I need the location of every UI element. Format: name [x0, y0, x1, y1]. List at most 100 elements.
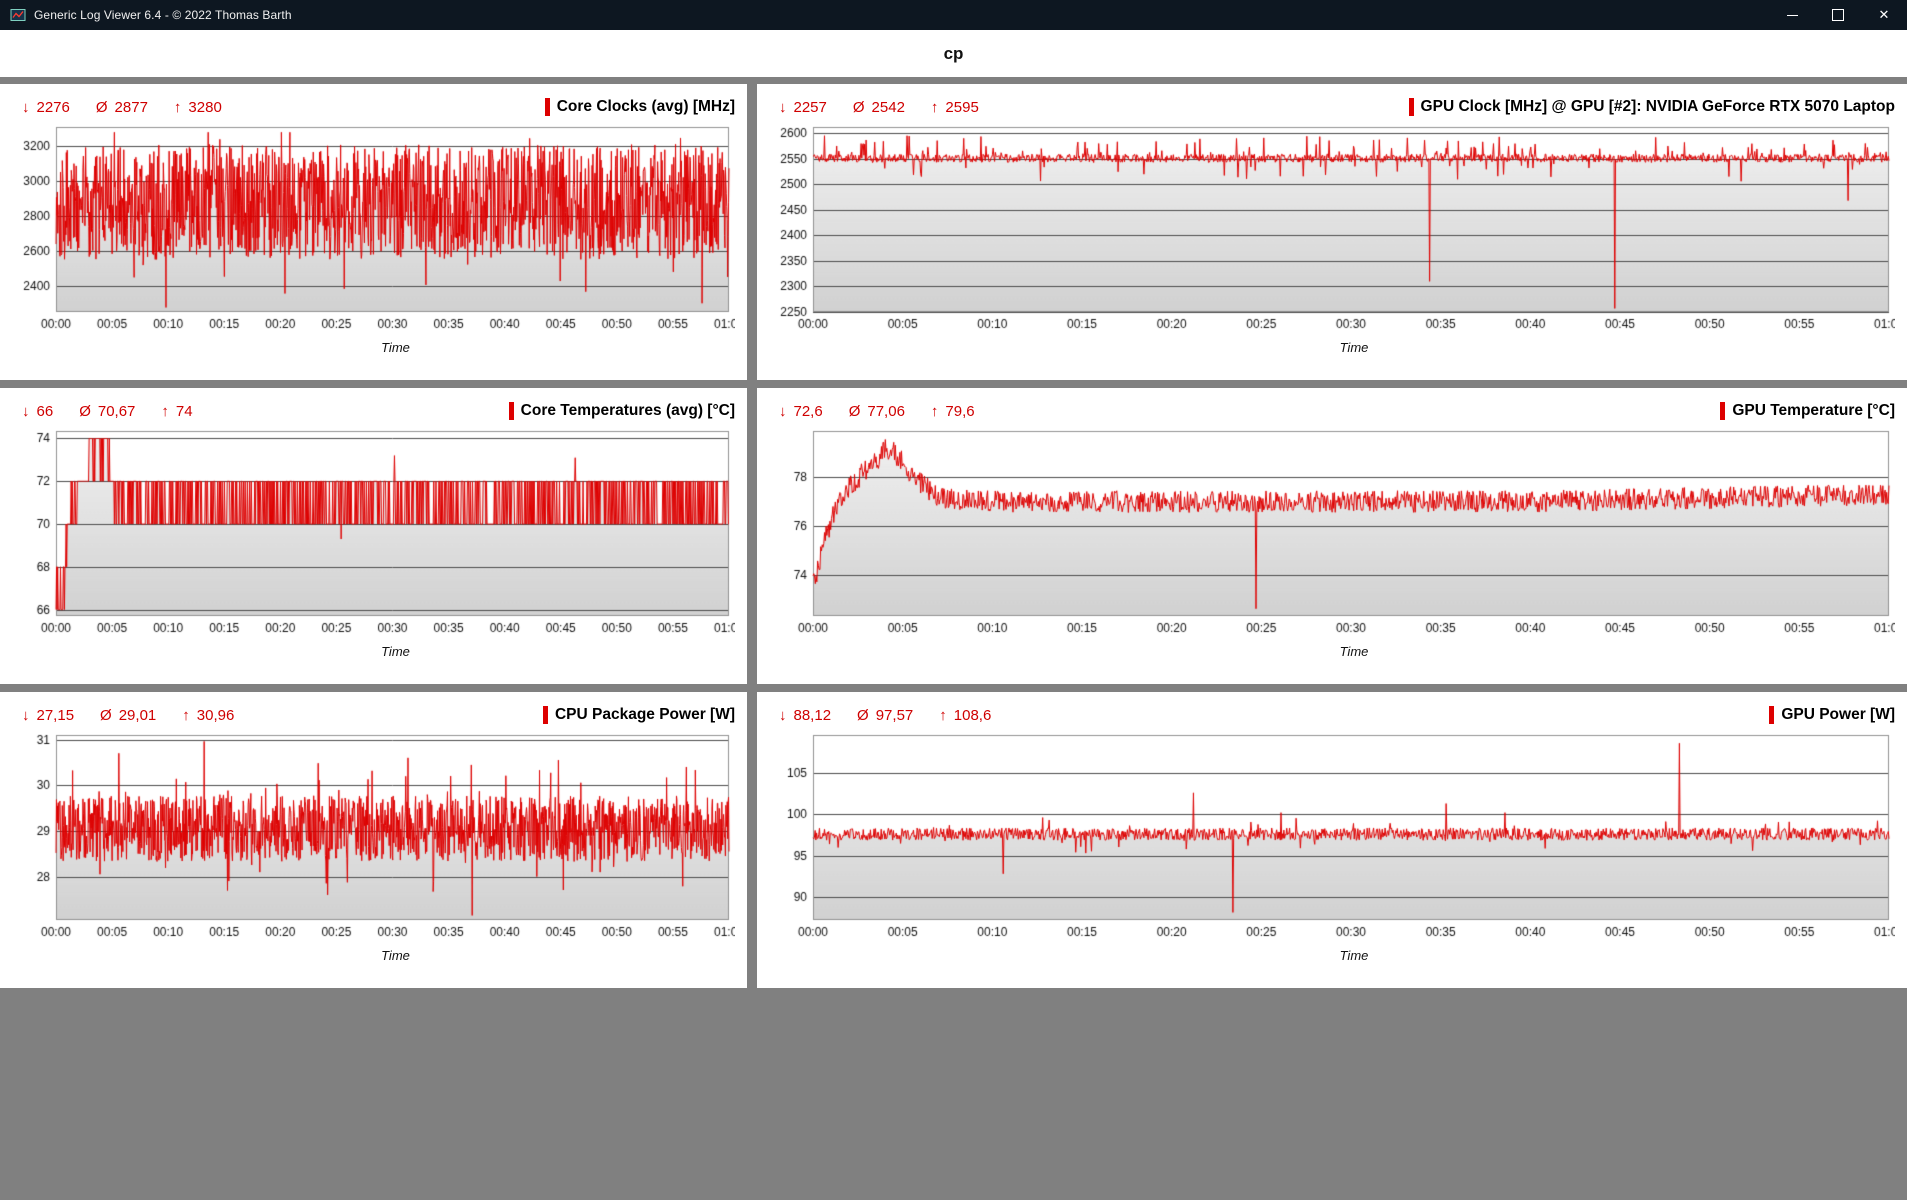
- min-arrow-icon: ↓: [779, 98, 787, 116]
- stat-avg: Ø 29,01: [100, 707, 156, 724]
- stat-avg-value: 2542: [871, 98, 905, 116]
- chart-header: ↓ 27,15 Ø 29,01 ↑ 30,96 CPU Package Power […: [12, 700, 735, 730]
- stat-avg: Ø 2877: [96, 99, 148, 116]
- page-title: cp: [943, 43, 964, 63]
- app-window: Generic Log Viewer 6.4 - © 2022 Thomas B…: [0, 0, 1907, 1200]
- time-axis-label: Time: [1339, 340, 1369, 355]
- max-arrow-icon: ↑: [161, 402, 169, 420]
- chart-title: GPU Power [W]: [1769, 706, 1895, 724]
- chart-title: Core Clocks (avg) [MHz]: [544, 98, 735, 116]
- stat-avg-value: 2877: [114, 98, 148, 116]
- avg-symbol-icon: Ø: [857, 706, 869, 724]
- stat-min-value: 88,12: [793, 706, 832, 724]
- stat-min-value: 2276: [36, 98, 70, 116]
- chart-stats: ↓ 72,6 Ø 77,06 ↑ 79,6: [769, 403, 975, 420]
- chart-title-text: Core Clocks (avg) [MHz]: [556, 98, 735, 115]
- line-chart-canvas[interactable]: [769, 122, 1895, 338]
- line-chart-canvas[interactable]: [769, 426, 1895, 642]
- stat-avg-value: 77,06: [867, 402, 905, 420]
- chart-title: GPU Clock [MHz] @ GPU [#2]: NVIDIA GeFor…: [1408, 98, 1895, 116]
- maximize-button[interactable]: [1815, 0, 1861, 30]
- stat-max: ↑ 30,96: [182, 707, 234, 724]
- avg-symbol-icon: Ø: [79, 402, 91, 420]
- max-arrow-icon: ↑: [930, 98, 939, 116]
- chart-panel-core-clocks: ↓ 2276 Ø 2877 ↑ 3280 Core Clocks (avg) [MHz…: [0, 84, 747, 380]
- avg-symbol-icon: Ø: [95, 98, 108, 116]
- stat-avg: Ø 70,67: [79, 403, 135, 420]
- stat-max-value: 108,6: [953, 706, 992, 724]
- line-chart-canvas[interactable]: [769, 730, 1895, 946]
- minimize-button[interactable]: [1769, 0, 1815, 30]
- chart-panel-gpu-clock: ↓ 2257 Ø 2542 ↑ 2595 GPU Clock [MHz] @ GPU …: [757, 84, 1907, 380]
- avg-symbol-icon: Ø: [848, 402, 861, 420]
- stat-min: ↓ 2276: [22, 99, 70, 116]
- minimize-icon: [1786, 14, 1798, 16]
- stat-min-value: 66: [36, 402, 54, 420]
- chart-stats: ↓ 27,15 Ø 29,01 ↑ 30,96: [12, 707, 234, 724]
- chart-stats: ↓ 2257 Ø 2542 ↑ 2595: [769, 99, 979, 116]
- chart-header: ↓ 88,12 Ø 97,57 ↑ 108,6 GPU Power [W]: [769, 700, 1895, 730]
- series-legend-marker: [1769, 706, 1775, 724]
- chart-title-text: CPU Package Power [W]: [554, 706, 735, 723]
- avg-symbol-icon: Ø: [852, 98, 865, 116]
- chart-panel-cpu-package-power: ↓ 27,15 Ø 29,01 ↑ 30,96 CPU Package Power […: [0, 692, 747, 988]
- stat-max: ↑ 79,6: [931, 403, 975, 420]
- stat-min-value: 72,6: [793, 402, 823, 420]
- stat-avg: Ø 97,57: [857, 707, 913, 724]
- series-legend-marker: [542, 706, 548, 724]
- avg-symbol-icon: Ø: [100, 706, 112, 724]
- chart-title: GPU Temperature [°C]: [1720, 402, 1895, 420]
- close-icon: ✕: [1878, 7, 1890, 22]
- chart-title-text: GPU Temperature [°C]: [1732, 402, 1895, 419]
- stat-avg: Ø 2542: [853, 99, 905, 116]
- app-icon: [10, 7, 26, 23]
- line-chart-canvas[interactable]: [12, 730, 735, 946]
- max-arrow-icon: ↑: [939, 706, 947, 724]
- min-arrow-icon: ↓: [22, 402, 30, 420]
- min-arrow-icon: ↓: [22, 98, 30, 116]
- time-axis-label: Time: [1339, 644, 1369, 659]
- stat-max: ↑ 74: [161, 403, 192, 420]
- line-chart-canvas[interactable]: [12, 426, 735, 642]
- chart-title: CPU Package Power [W]: [542, 706, 735, 724]
- chart-header: ↓ 2257 Ø 2542 ↑ 2595 GPU Clock [MHz] @ GPU …: [769, 92, 1895, 122]
- series-legend-marker: [1720, 402, 1726, 420]
- stat-min: ↓ 66: [22, 403, 53, 420]
- window-controls: ✕: [1769, 0, 1907, 30]
- stat-min: ↓ 2257: [779, 99, 827, 116]
- stat-min-value: 27,15: [36, 706, 75, 724]
- chart-header: ↓ 72,6 Ø 77,06 ↑ 79,6 GPU Temperature [°C]: [769, 396, 1895, 426]
- series-legend-marker: [544, 98, 550, 116]
- stat-min-value: 2257: [793, 98, 827, 116]
- chart-stats: ↓ 66 Ø 70,67 ↑ 74: [12, 403, 193, 420]
- chart-title-text: Core Temperatures (avg) [°C]: [520, 402, 735, 419]
- chart-header: ↓ 2276 Ø 2877 ↑ 3280 Core Clocks (avg) [MHz…: [12, 92, 735, 122]
- series-legend-marker: [1408, 98, 1414, 116]
- stat-max-value: 2595: [945, 98, 979, 116]
- chart-stats: ↓ 2276 Ø 2877 ↑ 3280: [12, 99, 222, 116]
- stat-max: ↑ 3280: [174, 99, 222, 116]
- min-arrow-icon: ↓: [779, 402, 787, 420]
- stat-avg-value: 97,57: [875, 706, 914, 724]
- maximize-icon: [1832, 9, 1844, 21]
- chart-title-text: GPU Power [W]: [1781, 706, 1895, 723]
- stat-max-value: 79,6: [945, 402, 975, 420]
- min-arrow-icon: ↓: [779, 706, 787, 724]
- stat-max: ↑ 108,6: [939, 707, 991, 724]
- chart-title-text: GPU Clock [MHz] @ GPU [#2]: NVIDIA GeFor…: [1420, 98, 1895, 115]
- titlebar: Generic Log Viewer 6.4 - © 2022 Thomas B…: [0, 0, 1907, 30]
- chart-panel-core-temperatures: ↓ 66 Ø 70,67 ↑ 74 Core Temperatures (avg) […: [0, 388, 747, 684]
- chart-stats: ↓ 88,12 Ø 97,57 ↑ 108,6: [769, 707, 991, 724]
- series-legend-marker: [508, 402, 514, 420]
- page-header: cp: [0, 30, 1907, 77]
- window-title: Generic Log Viewer 6.4 - © 2022 Thomas B…: [34, 8, 292, 22]
- line-chart-canvas[interactable]: [12, 122, 735, 338]
- chart-title: Core Temperatures (avg) [°C]: [508, 402, 735, 420]
- stat-avg-value: 29,01: [118, 706, 157, 724]
- time-axis-label: Time: [1339, 948, 1369, 963]
- min-arrow-icon: ↓: [22, 706, 30, 724]
- stat-min: ↓ 72,6: [779, 403, 823, 420]
- time-axis-label: Time: [381, 948, 410, 963]
- chart-header: ↓ 66 Ø 70,67 ↑ 74 Core Temperatures (avg) […: [12, 396, 735, 426]
- close-button[interactable]: ✕: [1861, 0, 1907, 30]
